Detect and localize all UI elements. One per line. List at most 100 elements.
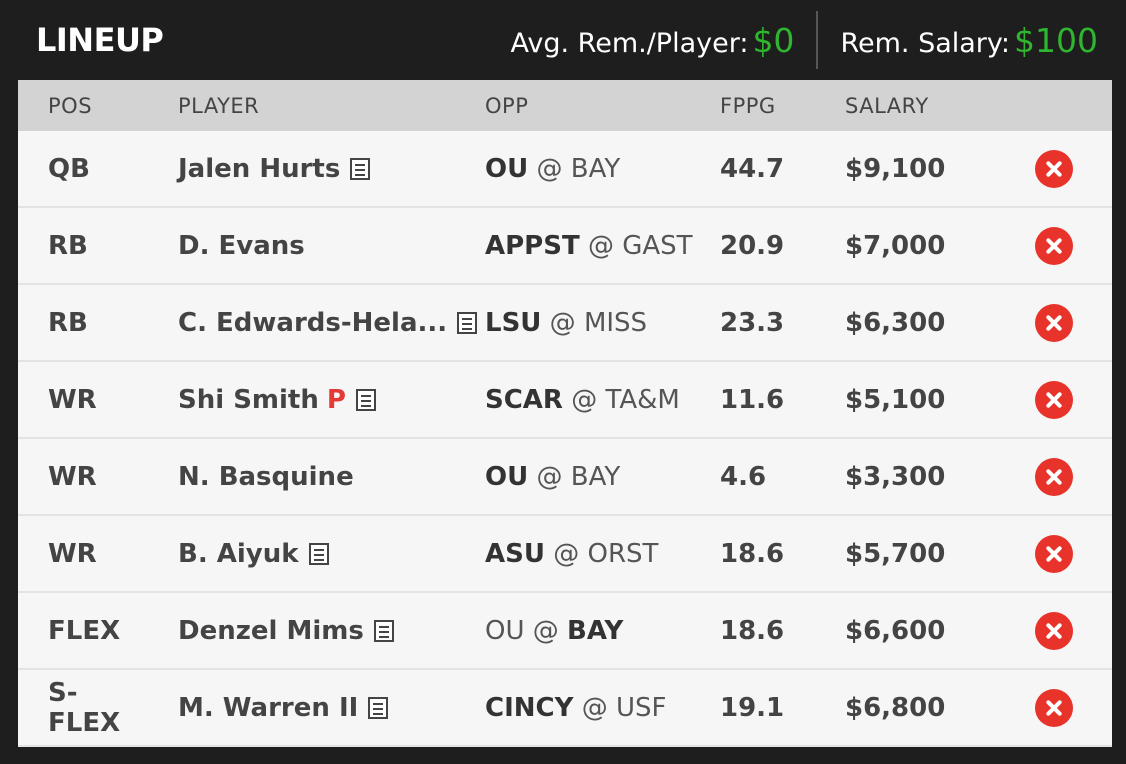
fppg-value: 18.6: [720, 538, 785, 569]
table-row[interactable]: FLEX Denzel Mims OU @ BAY 18.6 $6,600: [18, 593, 1112, 670]
remove-player-button[interactable]: [1034, 303, 1073, 342]
fppg-value: 18.6: [720, 615, 785, 646]
fppg-value: 44.7: [720, 153, 785, 184]
column-header-salary[interactable]: SALARY: [845, 94, 995, 118]
column-header-fppg[interactable]: FPPG: [720, 94, 845, 118]
remove-cell: [995, 380, 1112, 419]
away-team: OU: [485, 153, 529, 184]
player-name[interactable]: Denzel Mims: [178, 616, 364, 646]
salary-value: $5,100: [845, 384, 946, 415]
table-row[interactable]: RB C. Edwards-Hela... LSU @ MISS 23.3 $6,300: [18, 285, 1112, 362]
news-icon[interactable]: [368, 696, 389, 719]
news-icon[interactable]: [355, 388, 376, 411]
player-position: QB: [48, 153, 90, 184]
player-cell: B. Aiyuk: [148, 539, 485, 569]
news-icon[interactable]: [308, 542, 329, 565]
column-header-opp[interactable]: OPP: [485, 94, 720, 118]
salary-value: $7,000: [845, 230, 946, 261]
at-separator: @: [579, 230, 623, 261]
lineup-header: LINEUP Avg. Rem./Player: $0 Rem. Salary: $…: [18, 0, 1112, 80]
player-cell: D. Evans: [148, 231, 485, 261]
player-position: FLEX: [48, 615, 121, 646]
table-row[interactable]: WR N. Basquine OU @ BAY 4.6 $3,300: [18, 439, 1112, 516]
remaining-salary-label: Rem. Salary:: [840, 27, 1011, 59]
remove-cell: [995, 534, 1112, 573]
remaining-salary-stat: Rem. Salary: $100: [840, 21, 1098, 60]
player-cell: M. Warren II: [148, 693, 485, 723]
table-body: QB Jalen Hurts OU @ BAY 44.7 $9,100 RB D. Evan…: [18, 131, 1112, 747]
lineup-table: POS PLAYER OPP FPPG SALARY QB Jalen Hurts…: [18, 80, 1112, 747]
home-team: USF: [615, 692, 667, 723]
fppg-value: 23.3: [720, 307, 785, 338]
header-divider: [816, 11, 819, 69]
player-position: S-FLEX: [48, 677, 121, 738]
column-header-player[interactable]: PLAYER: [148, 94, 485, 118]
remove-player-button[interactable]: [1034, 380, 1073, 419]
table-row[interactable]: RB D. Evans APPST @ GAST 20.9 $7,000: [18, 208, 1112, 285]
table-row[interactable]: QB Jalen Hurts OU @ BAY 44.7 $9,100: [18, 131, 1112, 208]
news-icon[interactable]: [457, 311, 478, 334]
table-row[interactable]: WR B. Aiyuk ASU @ ORST 18.6 $5,700: [18, 516, 1112, 593]
player-name[interactable]: D. Evans: [178, 231, 305, 261]
remove-player-button[interactable]: [1034, 611, 1073, 650]
avg-remaining-label: Avg. Rem./Player:: [510, 27, 749, 59]
salary-value: $6,800: [845, 692, 946, 723]
table-row[interactable]: S-FLEX M. Warren II CINCY @ USF 19.1 $6,800: [18, 670, 1112, 747]
at-separator: @: [528, 153, 571, 184]
opponent-cell: APPST @ GAST: [485, 231, 720, 261]
player-cell: Shi Smith P: [148, 385, 485, 415]
avg-remaining-stat: Avg. Rem./Player: $0: [510, 21, 794, 60]
player-name[interactable]: M. Warren II: [178, 693, 358, 723]
remove-player-button[interactable]: [1034, 457, 1073, 496]
opponent-cell: SCAR @ TA&M: [485, 385, 720, 415]
salary-value: $5,700: [845, 538, 946, 569]
at-separator: @: [528, 461, 571, 492]
player-name[interactable]: N. Basquine: [178, 462, 354, 492]
at-separator: @: [524, 615, 568, 646]
player-name[interactable]: B. Aiyuk: [178, 539, 299, 569]
away-team: APPST: [485, 230, 580, 261]
table-row[interactable]: WR Shi Smith P SCAR @ TA&M 11.6 $5,100: [18, 362, 1112, 439]
remove-player-button[interactable]: [1034, 149, 1073, 188]
home-team: ORST: [587, 538, 659, 569]
header-stats: Avg. Rem./Player: $0 Rem. Salary: $100: [510, 0, 1112, 80]
home-team: BAY: [570, 461, 621, 492]
injury-status-tag: P: [326, 384, 346, 415]
home-team: BAY: [567, 615, 624, 646]
remove-player-button[interactable]: [1034, 226, 1073, 265]
fppg-value: 11.6: [720, 384, 785, 415]
salary-value: $3,300: [845, 461, 946, 492]
player-position: RB: [48, 230, 88, 261]
player-name[interactable]: C. Edwards-Hela...: [178, 308, 447, 338]
remove-player-button[interactable]: [1034, 688, 1073, 727]
news-icon[interactable]: [373, 619, 394, 642]
fppg-value: 19.1: [720, 692, 785, 723]
fppg-value: 4.6: [720, 461, 767, 492]
home-team: BAY: [570, 153, 621, 184]
player-cell: Jalen Hurts: [148, 154, 485, 184]
salary-value: $6,300: [845, 307, 946, 338]
salary-value: $9,100: [845, 153, 946, 184]
home-team: MISS: [583, 307, 648, 338]
opponent-cell: OU @ BAY: [485, 616, 720, 646]
column-header-pos[interactable]: POS: [18, 94, 148, 118]
salary-value: $6,600: [845, 615, 946, 646]
player-position: RB: [48, 307, 88, 338]
opponent-cell: LSU @ MISS: [485, 308, 720, 338]
at-separator: @: [541, 307, 584, 338]
remove-cell: [995, 149, 1112, 188]
away-team: OU: [485, 615, 525, 646]
remove-cell: [995, 611, 1112, 650]
player-name[interactable]: Shi Smith: [178, 385, 319, 415]
home-team: TA&M: [605, 384, 680, 415]
away-team: LSU: [485, 307, 542, 338]
player-name[interactable]: Jalen Hurts: [178, 154, 340, 184]
news-icon[interactable]: [350, 157, 371, 180]
at-separator: @: [562, 384, 606, 415]
home-team: GAST: [622, 230, 693, 261]
away-team: CINCY: [485, 692, 574, 723]
remove-cell: [995, 226, 1112, 265]
remove-player-button[interactable]: [1034, 534, 1073, 573]
player-cell: Denzel Mims: [148, 616, 485, 646]
fppg-value: 20.9: [720, 230, 785, 261]
